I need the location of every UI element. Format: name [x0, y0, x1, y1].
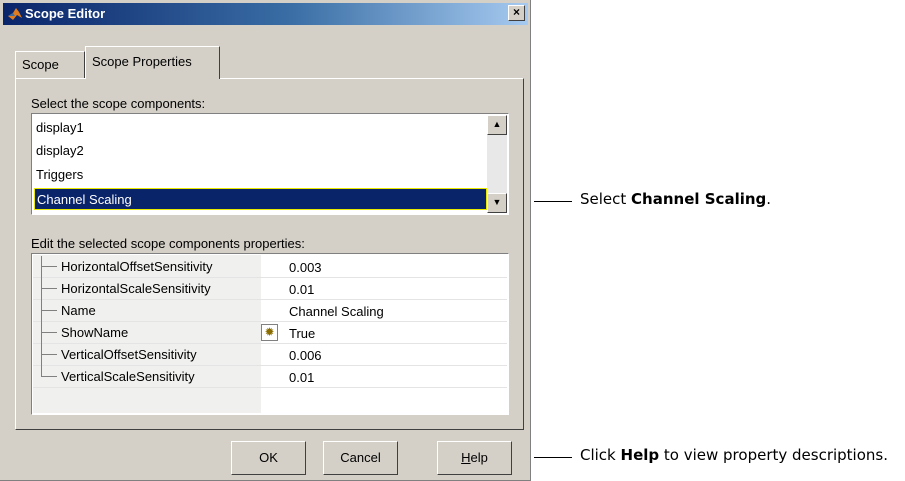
cancel-button[interactable]: Cancel	[323, 441, 398, 475]
scroll-up-button[interactable]: ▲	[487, 115, 507, 135]
components-label: Select the scope components:	[31, 96, 206, 111]
property-value[interactable]: True	[289, 326, 315, 341]
tree-line	[41, 288, 57, 289]
callout-help-post: to view property descriptions.	[659, 446, 888, 464]
help-mnemonic: H	[461, 450, 471, 465]
property-value[interactable]: 0.003	[289, 260, 322, 275]
property-value[interactable]: Channel Scaling	[289, 304, 384, 319]
tree-line	[41, 344, 42, 366]
arrow-up-icon: ▲	[492, 119, 502, 129]
callout-select-post: .	[766, 190, 772, 208]
property-name: VerticalOffsetSensitivity	[61, 347, 197, 362]
callout-select: Select Channel Scaling.	[580, 190, 771, 208]
property-value[interactable]: 0.01	[289, 370, 314, 385]
table-row[interactable]: HorizontalScaleSensitivity 0.01	[33, 278, 507, 300]
tree-line	[41, 376, 57, 377]
ok-button[interactable]: OK	[231, 441, 306, 475]
properties-table: HorizontalOffsetSensitivity 0.003 Horizo…	[31, 253, 509, 415]
table-row[interactable]: HorizontalOffsetSensitivity 0.003	[33, 256, 507, 278]
table-row[interactable]: ShowName ✹ True	[33, 322, 507, 344]
property-name: Name	[61, 303, 96, 318]
list-scrollbar[interactable]: ▲ ▼	[487, 115, 507, 213]
scope-editor-dialog: Scope Editor × Scope Scope Properties Se…	[0, 0, 531, 481]
list-item[interactable]: display2	[34, 140, 487, 162]
callout-select-pre: Select	[580, 190, 632, 208]
tab-scope-properties[interactable]: Scope Properties	[85, 46, 220, 79]
property-value[interactable]: 0.01	[289, 282, 314, 297]
property-name: HorizontalScaleSensitivity	[61, 281, 211, 296]
callout-help-pre: Click	[580, 446, 621, 464]
window-title: Scope Editor	[25, 6, 106, 21]
table-row[interactable]: Name Channel Scaling	[33, 300, 507, 322]
callout-help: Click Help to view property descriptions…	[580, 446, 888, 464]
properties-label: Edit the selected scope components prope…	[31, 236, 305, 251]
tab-scope-properties-label: Scope Properties	[92, 54, 192, 69]
callout-select-bold: Channel Scaling	[631, 190, 767, 208]
list-item[interactable]: display1	[34, 117, 487, 139]
tree-line	[41, 332, 57, 333]
list-item[interactable]: Triggers	[34, 164, 487, 186]
tree-line	[41, 300, 42, 322]
tab-scope-label: Scope	[22, 57, 59, 72]
property-name: VerticalScaleSensitivity	[61, 369, 195, 384]
tree-line	[41, 278, 42, 300]
close-icon: ×	[512, 5, 520, 19]
tree-line	[41, 256, 42, 278]
property-value[interactable]: 0.006	[289, 348, 322, 363]
title-bar[interactable]: Scope Editor ×	[3, 3, 528, 25]
callout-leader-select	[534, 201, 572, 202]
lightbulb-icon[interactable]: ✹	[261, 324, 278, 341]
help-button[interactable]: Help	[437, 441, 512, 475]
scroll-down-button[interactable]: ▼	[487, 193, 507, 213]
table-row[interactable]: VerticalOffsetSensitivity 0.006	[33, 344, 507, 366]
close-button[interactable]: ×	[508, 5, 525, 21]
components-listbox[interactable]: display1 display2 Triggers Channel Scali…	[31, 113, 509, 215]
tree-line	[41, 322, 42, 344]
tree-line	[41, 354, 57, 355]
help-label: elp	[470, 450, 488, 465]
tree-line	[41, 266, 57, 267]
table-row[interactable]: VerticalScaleSensitivity 0.01	[33, 366, 507, 388]
property-name: HorizontalOffsetSensitivity	[61, 259, 213, 274]
list-item-selected[interactable]: Channel Scaling	[34, 188, 487, 210]
tree-line	[41, 310, 57, 311]
callout-leader-help	[534, 457, 572, 458]
arrow-down-icon: ▼	[492, 197, 502, 207]
matlab-logo-icon	[8, 8, 22, 20]
property-name: ShowName	[61, 325, 129, 340]
tab-scope[interactable]: Scope	[15, 51, 85, 78]
callout-help-bold: Help	[620, 446, 660, 464]
